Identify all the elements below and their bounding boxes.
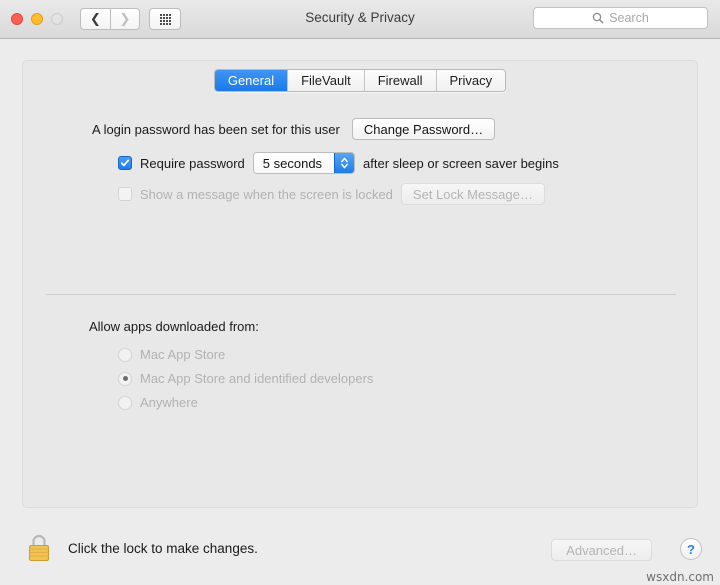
allow-apps-option-identified-developers: Mac App Store and identified developers bbox=[118, 371, 373, 386]
radio-label-identified-developers: Mac App Store and identified developers bbox=[140, 371, 374, 386]
close-button[interactable] bbox=[11, 13, 23, 25]
allow-apps-option-anywhere: Anywhere bbox=[118, 395, 198, 410]
tab-bar: General FileVault Firewall Privacy bbox=[23, 69, 697, 92]
tab-group: General FileVault Firewall Privacy bbox=[213, 69, 507, 92]
lock-area: Click the lock to make changes. bbox=[26, 532, 258, 564]
section-divider bbox=[46, 294, 676, 295]
lock-message-row: Show a message when the screen is locked… bbox=[118, 183, 545, 205]
search-field[interactable]: Search bbox=[533, 7, 708, 29]
lock-message-checkbox bbox=[118, 187, 132, 201]
advanced-button: Advanced… bbox=[551, 539, 652, 561]
search-field-inner: Search bbox=[592, 11, 649, 25]
search-icon bbox=[592, 12, 604, 24]
traffic-light-group bbox=[11, 13, 63, 25]
security-privacy-window: ❮ ❯ Security & Privacy Search General Fi… bbox=[0, 0, 720, 585]
show-all-button[interactable] bbox=[149, 8, 181, 30]
tab-privacy[interactable]: Privacy bbox=[436, 70, 506, 91]
chevron-right-icon: ❯ bbox=[119, 11, 131, 27]
radio-label-mac-app-store: Mac App Store bbox=[140, 347, 226, 362]
require-password-delay-value: 5 seconds bbox=[253, 153, 335, 173]
change-password-button[interactable]: Change Password… bbox=[351, 118, 496, 140]
chevron-left-icon: ❮ bbox=[90, 11, 101, 27]
back-button[interactable]: ❮ bbox=[80, 8, 110, 30]
set-lock-message-button: Set Lock Message… bbox=[400, 183, 545, 205]
radio-selected-dot bbox=[122, 376, 128, 381]
padlock-closed-icon[interactable] bbox=[26, 532, 52, 564]
require-password-checkbox[interactable] bbox=[118, 156, 132, 170]
login-password-row: A login password has been set for this u… bbox=[92, 118, 496, 140]
preferences-panel: General FileVault Firewall Privacy A log… bbox=[22, 60, 698, 508]
login-password-status: A login password has been set for this u… bbox=[92, 121, 340, 137]
require-password-suffix: after sleep or screen saver begins bbox=[363, 155, 559, 171]
navigation-buttons: ❮ ❯ bbox=[80, 8, 140, 30]
search-input[interactable]: Search bbox=[609, 11, 649, 25]
tab-firewall[interactable]: Firewall bbox=[364, 70, 437, 91]
require-password-row: Require password 5 seconds after sleep o… bbox=[118, 152, 559, 174]
allow-apps-heading: Allow apps downloaded from: bbox=[89, 319, 259, 334]
window-titlebar: ❮ ❯ Security & Privacy Search bbox=[0, 0, 720, 39]
help-button[interactable]: ? bbox=[680, 538, 702, 560]
forward-button: ❯ bbox=[110, 8, 140, 30]
zoom-button bbox=[51, 13, 63, 25]
lock-instruction-text: Click the lock to make changes. bbox=[68, 540, 258, 556]
radio-mac-app-store bbox=[118, 347, 132, 362]
radio-label-anywhere: Anywhere bbox=[140, 395, 198, 410]
minimize-button[interactable] bbox=[31, 13, 43, 25]
radio-anywhere bbox=[118, 395, 132, 410]
stepper-arrows-icon[interactable] bbox=[334, 153, 355, 173]
tab-general[interactable]: General bbox=[214, 70, 289, 91]
show-all-grid-icon bbox=[159, 13, 171, 25]
lock-message-label: Show a message when the screen is locked bbox=[140, 186, 393, 202]
allow-apps-heading-row: Allow apps downloaded from: bbox=[89, 319, 259, 334]
radio-identified-developers bbox=[118, 371, 132, 386]
require-password-delay-stepper[interactable]: 5 seconds bbox=[252, 152, 356, 174]
require-password-label: Require password bbox=[140, 155, 245, 171]
watermark: wsxdn.com bbox=[646, 570, 714, 584]
tab-filevault[interactable]: FileVault bbox=[288, 70, 365, 91]
allow-apps-option-mac-app-store: Mac App Store bbox=[118, 347, 225, 362]
